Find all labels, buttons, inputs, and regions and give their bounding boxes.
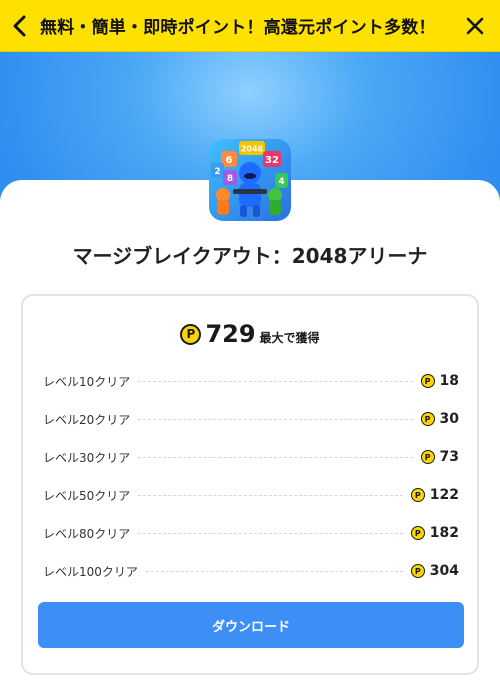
dotted-leader	[138, 532, 403, 534]
tile-2048: 2048	[241, 145, 264, 154]
point-coin-icon: P	[420, 374, 435, 388]
close-icon[interactable]	[450, 0, 500, 52]
point-coin-icon: P	[420, 450, 435, 464]
tile-4: 4	[278, 177, 284, 187]
dotted-leader	[138, 380, 413, 382]
dotted-leader	[138, 418, 413, 420]
download-button[interactable]: ダウンロード	[38, 602, 464, 648]
reward-label: レベル30クリア	[43, 450, 131, 465]
app-icon: 2048 6 32 2 8 4	[209, 139, 291, 221]
tile-2: 2	[214, 167, 220, 177]
reward-points: 18	[439, 373, 459, 389]
app-title: マージブレイクアウト：2048アリーナ	[72, 244, 428, 268]
chevron-left-icon[interactable]	[0, 0, 40, 52]
tile-6: 6	[226, 155, 233, 166]
tile-32: 32	[265, 155, 279, 166]
point-coin-icon: P	[410, 488, 425, 502]
page-title: 無料・簡単・即時ポイント！高還元ポイント多数！	[40, 18, 436, 38]
reward-card: P 729 最大で獲得 レベル10クリア P 18 レベル20クリア P 30 …	[21, 294, 479, 675]
max-points-suffix: 最大で獲得	[259, 330, 320, 345]
dotted-leader	[138, 456, 413, 458]
point-coin-icon: P	[410, 526, 425, 540]
reward-label: レベル50クリア	[43, 488, 131, 503]
reward-points: 30	[439, 411, 459, 427]
point-coin-icon: P	[410, 564, 425, 578]
tile-8: 8	[227, 174, 233, 184]
reward-row: レベル10クリア P 18	[43, 362, 459, 400]
reward-row: レベル20クリア P 30	[43, 400, 459, 438]
reward-label: レベル10クリア	[43, 374, 131, 389]
top-bar: 無料・簡単・即時ポイント！高還元ポイント多数！	[0, 0, 500, 52]
max-points-value: 729	[205, 320, 256, 348]
reward-label: レベル80クリア	[43, 526, 131, 541]
reward-row: レベル30クリア P 73	[43, 438, 459, 476]
dotted-leader	[138, 494, 403, 496]
reward-list: レベル10クリア P 18 レベル20クリア P 30 レベル30クリア P 7…	[43, 362, 459, 590]
reward-points: 122	[429, 487, 459, 503]
reward-points: 73	[439, 449, 459, 465]
reward-label: レベル20クリア	[43, 412, 131, 427]
reward-points: 182	[429, 525, 459, 541]
point-coin-icon: P	[420, 412, 435, 426]
reward-points: 304	[429, 563, 459, 579]
dotted-leader	[145, 570, 403, 572]
reward-label: レベル100クリア	[43, 564, 138, 579]
reward-row: レベル50クリア P 122	[43, 476, 459, 514]
reward-row: レベル100クリア P 304	[43, 552, 459, 590]
reward-row: レベル80クリア P 182	[43, 514, 459, 552]
max-reward: P 729 最大で獲得	[23, 320, 477, 348]
point-coin-icon: P	[180, 323, 202, 345]
